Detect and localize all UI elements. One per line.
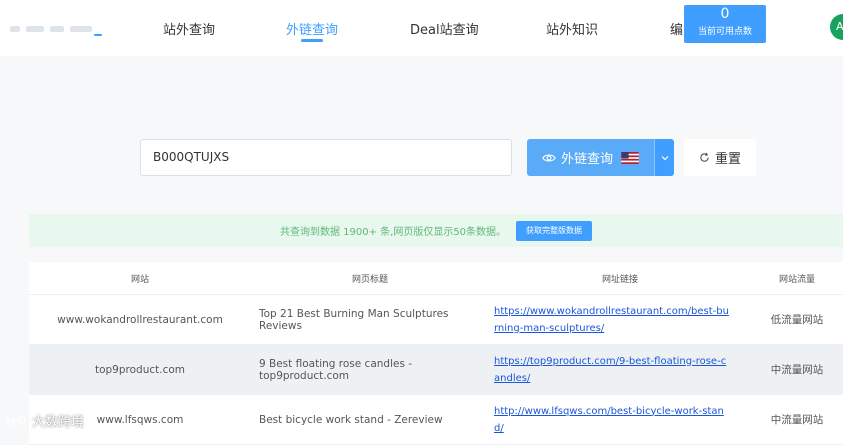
column-header-site: 网站 <box>130 274 149 285</box>
asin-search-input[interactable]: B000QTUJXS <box>140 139 512 176</box>
url-cell: https://www.wokandrollrestaurant.com/bes… <box>489 295 751 344</box>
nav-offsite-query[interactable]: 站外查询 <box>163 19 215 38</box>
us-flag-icon <box>621 151 639 164</box>
url-cell: https://top9product.com/9-best-floating-… <box>489 345 751 394</box>
get-full-data-button[interactable]: 获取完整版数据 <box>516 220 593 241</box>
nav-item-truncated[interactable]: 编 <box>670 19 683 38</box>
url-link[interactable]: https://top9product.com/9-best-floating-… <box>494 353 731 387</box>
column-header-url: 网址链接 <box>601 274 638 285</box>
result-count-text: 共查询到数据 1900+ 条,网页版仅显示50条数据。 <box>279 227 507 238</box>
nav-backlink-query[interactable]: 外链查询 <box>286 19 338 38</box>
traffic-cell: 中流量网站 <box>770 414 824 426</box>
traffic-cell: 低流量网站 <box>770 314 824 326</box>
table-row: www.lfsqws.com Best bicycle work stand -… <box>29 395 843 445</box>
available-points-badge[interactable]: 0 当前可用点数 <box>684 5 766 43</box>
backlink-table: 网站 网页标题 网址链接 网站流量 www.wokandrollrestaura… <box>29 262 843 445</box>
avatar[interactable]: A <box>830 14 843 40</box>
column-header-title: 网页标题 <box>351 274 388 285</box>
site-cell: www.wokandrollrestaurant.com <box>57 313 223 326</box>
reset-button[interactable]: 重置 <box>684 139 756 176</box>
top-nav: 站外查询 外链查询 Deal站查询 站外知识 编 0 当前可用点数 A <box>0 0 843 56</box>
url-cell: http://www.lfsqws.com/best-bicycle-work-… <box>489 395 751 444</box>
nav-deal-site-query[interactable]: Deal站查询 <box>410 19 479 38</box>
column-header-traffic: 网站流量 <box>778 274 815 285</box>
watermark-logo-icon <box>7 415 26 426</box>
points-value: 0 <box>720 6 730 22</box>
points-label: 当前可用点数 <box>697 27 752 37</box>
nav-offsite-knowledge[interactable]: 站外知识 <box>546 19 598 38</box>
query-button-label: 外链查询 <box>560 152 613 167</box>
site-cell: top9product.com <box>94 363 186 376</box>
result-info-bar: 共查询到数据 1900+ 条,网页版仅显示50条数据。 获取完整版数据 <box>29 214 843 247</box>
watermark: 大数跨境 <box>6 411 84 430</box>
refresh-icon <box>700 152 709 162</box>
logo[interactable] <box>10 26 102 36</box>
traffic-cell: 中流量网站 <box>770 364 824 376</box>
title-cell: 9 Best floating rose candles - top9produ… <box>259 357 413 382</box>
watermark-text: 大数跨境 <box>32 415 85 430</box>
reset-button-label: 重置 <box>714 152 741 167</box>
table-row: www.wokandrollrestaurant.com Top 21 Best… <box>29 295 843 345</box>
title-cell: Top 21 Best Burning Man Sculptures Revie… <box>259 307 449 332</box>
chevron-down-icon <box>661 155 668 160</box>
backlink-query-button[interactable]: 外链查询 <box>527 139 654 176</box>
country-dropdown-button[interactable] <box>654 139 674 176</box>
table-row: top9product.com 9 Best floating rose can… <box>29 345 843 395</box>
url-link[interactable]: http://www.lfsqws.com/best-bicycle-work-… <box>494 403 731 437</box>
eye-icon <box>542 153 556 162</box>
url-link[interactable]: https://www.wokandrollrestaurant.com/bes… <box>494 303 731 337</box>
table-header: 网站 网页标题 网址链接 网站流量 <box>29 262 843 295</box>
title-cell: Best bicycle work stand - Zereview <box>259 413 443 426</box>
